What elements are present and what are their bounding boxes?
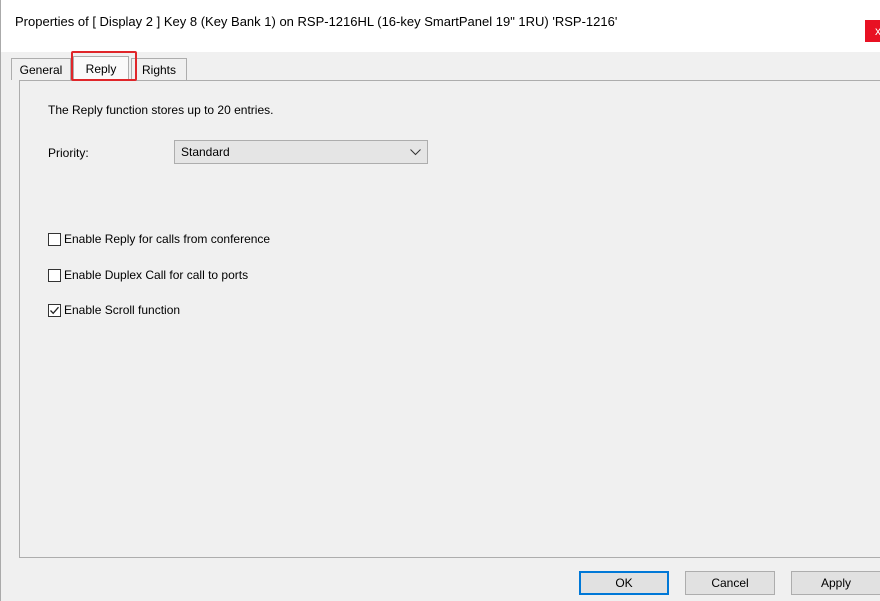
cancel-button-label: Cancel (711, 576, 749, 590)
reply-info-text: The Reply function stores up to 20 entri… (48, 103, 274, 117)
checkbox-box[interactable] (48, 232, 61, 246)
close-icon: x (875, 24, 880, 38)
priority-select[interactable]: Standard (174, 140, 428, 164)
cancel-button[interactable]: Cancel (685, 571, 775, 595)
tab-rights[interactable]: Rights (131, 58, 187, 80)
priority-label: Priority: (48, 146, 89, 160)
checkmark-icon (50, 306, 59, 314)
checkbox-reply-from-conference[interactable]: Enable Reply for calls from conference (48, 232, 270, 246)
tab-label: General (19, 62, 63, 77)
tab-reply[interactable]: Reply (73, 56, 129, 81)
checkbox-box[interactable] (48, 303, 61, 317)
checkbox-scroll-function[interactable]: Enable Scroll function (48, 303, 180, 317)
apply-button[interactable]: Apply (791, 571, 880, 595)
reply-tab-panel: The Reply function stores up to 20 entri… (19, 80, 880, 558)
properties-dialog: Properties of [ Display 2 ] Key 8 (Key B… (0, 0, 880, 601)
close-button[interactable]: x (865, 20, 880, 42)
window-title: Properties of [ Display 2 ] Key 8 (Key B… (15, 14, 618, 29)
priority-value: Standard (181, 145, 230, 159)
tab-label: Reply (85, 61, 117, 76)
checkbox-label: Enable Scroll function (64, 303, 181, 317)
apply-button-label: Apply (820, 576, 852, 590)
ok-button[interactable]: OK (579, 571, 669, 595)
checkbox-box[interactable] (48, 268, 61, 282)
title-bar[interactable]: Properties of [ Display 2 ] Key 8 (Key B… (1, 0, 880, 52)
checkbox-label: Enable Reply for calls from conference (64, 232, 271, 246)
checkbox-label: Enable Duplex Call for call to ports (64, 268, 249, 282)
checkbox-duplex-call[interactable]: Enable Duplex Call for call to ports (48, 268, 248, 282)
ok-button-label: OK (615, 576, 633, 590)
tab-general[interactable]: General (11, 58, 71, 80)
tab-label: Rights (141, 62, 176, 77)
chevron-down-icon (409, 145, 421, 159)
